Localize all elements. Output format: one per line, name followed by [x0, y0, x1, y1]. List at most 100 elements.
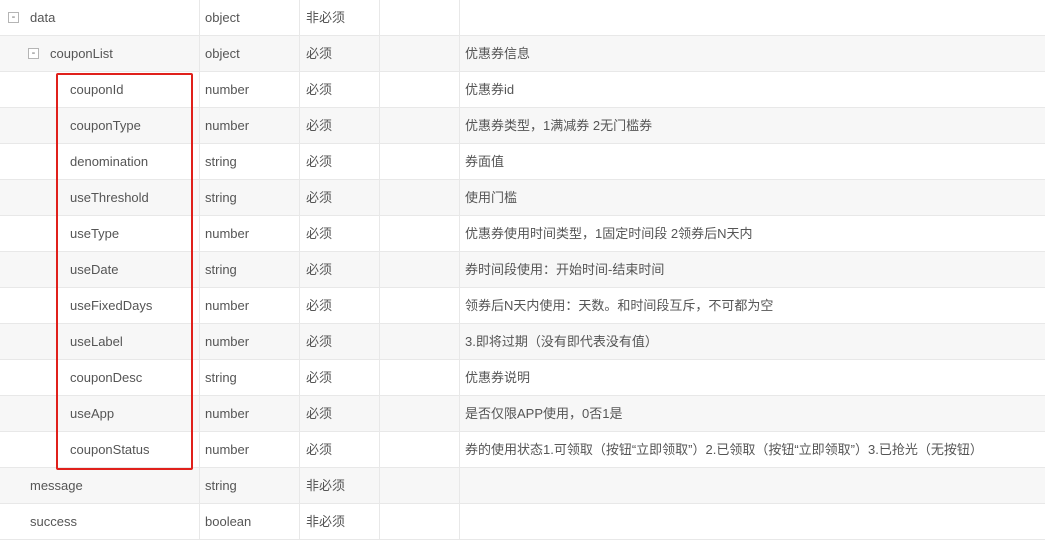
table-row: - couponList object 必须 优惠券信息 — [0, 36, 1045, 72]
table-row: - data object 非必须 — [0, 0, 1045, 36]
field-name: couponDesc — [70, 370, 143, 385]
field-description: 优惠券说明 — [465, 370, 531, 385]
field-name-cell: couponId — [0, 72, 200, 108]
field-default — [380, 468, 460, 504]
field-name-cell: denomination — [0, 144, 200, 180]
field-required: 必须 — [300, 180, 380, 216]
field-description: 券的使用状态1.可领取（按钮“立即领取”）2.已领取（按钮“立即领取”）3.已抢… — [465, 442, 983, 457]
field-description — [460, 0, 1045, 36]
field-type: string — [200, 144, 300, 180]
collapse-toggle-icon[interactable]: - — [28, 48, 39, 59]
field-name: useType — [70, 226, 120, 241]
schema-table: - data object 非必须 - couponList object 必须 优惠券信息 co… — [0, 0, 1045, 540]
field-name: denomination — [70, 154, 149, 169]
field-type: boolean — [200, 504, 300, 540]
table-row: useType number 必须 优惠券使用时间类型，1固定时间段 2领券后N天内 — [0, 216, 1045, 252]
table-row: useLabel number 必须 3.即将过期（没有即代表没有值） — [0, 324, 1045, 360]
field-required: 必须 — [300, 288, 380, 324]
field-description: 领券后N天内使用：天数。和时间段互斥，不可都为空 — [465, 298, 774, 313]
table-row: couponStatus number 必须 券的使用状态1.可领取（按钮“立即领取”… — [0, 432, 1045, 468]
field-type: string — [200, 252, 300, 288]
field-name: useFixedDays — [70, 298, 153, 313]
table-row: useApp number 必须 是否仅限APP使用，0否1是 — [0, 396, 1045, 432]
field-name: useDate — [70, 262, 119, 277]
field-type: number — [200, 216, 300, 252]
field-name-cell: - couponList — [0, 36, 200, 72]
table-row: useFixedDays number 必须 领券后N天内使用：天数。和时间段互斥，不… — [0, 288, 1045, 324]
field-description: 是否仅限APP使用，0否1是 — [465, 406, 623, 421]
field-required: 必须 — [300, 144, 380, 180]
field-required: 必须 — [300, 108, 380, 144]
field-default — [380, 252, 460, 288]
field-name-cell: useLabel — [0, 324, 200, 360]
field-type: number — [200, 108, 300, 144]
field-description: 券时间段使用：开始时间-结束时间 — [465, 262, 665, 277]
field-required: 必须 — [300, 72, 380, 108]
field-default — [380, 72, 460, 108]
field-name: couponId — [70, 82, 124, 97]
field-default — [380, 36, 460, 72]
table-row: couponDesc string 必须 优惠券说明 — [0, 360, 1045, 396]
field-description: 优惠券id — [465, 82, 515, 97]
field-description: 使用门槛 — [465, 190, 518, 205]
field-name-cell: - data — [0, 0, 200, 36]
table-row: couponId number 必须 优惠券id — [0, 72, 1045, 108]
field-default — [380, 324, 460, 360]
table-row: useThreshold string 必须 使用门槛 — [0, 180, 1045, 216]
field-default — [380, 216, 460, 252]
field-type: object — [200, 0, 300, 36]
field-type: number — [200, 72, 300, 108]
field-description — [460, 468, 1045, 504]
field-required: 必须 — [300, 216, 380, 252]
field-required: 非必须 — [300, 468, 380, 504]
field-required: 必须 — [300, 324, 380, 360]
field-default — [380, 432, 460, 468]
field-name-cell: useThreshold — [0, 180, 200, 216]
table-row: denomination string 必须 券面值 — [0, 144, 1045, 180]
field-type: number — [200, 396, 300, 432]
field-required: 非必须 — [300, 0, 380, 36]
field-default — [380, 504, 460, 540]
field-default — [380, 360, 460, 396]
table-row: useDate string 必须 券时间段使用：开始时间-结束时间 — [0, 252, 1045, 288]
field-name: message — [30, 478, 83, 493]
field-required: 非必须 — [300, 504, 380, 540]
field-name: data — [30, 10, 56, 25]
field-required: 必须 — [300, 360, 380, 396]
field-type: string — [200, 468, 300, 504]
field-type: string — [200, 360, 300, 396]
field-description — [460, 504, 1045, 540]
field-type: number — [200, 324, 300, 360]
field-required: 必须 — [300, 36, 380, 72]
field-type: number — [200, 432, 300, 468]
table-row: couponType number 必须 优惠券类型，1满减券 2无门槛券 — [0, 108, 1045, 144]
field-name-cell: useType — [0, 216, 200, 252]
field-name-cell: useDate — [0, 252, 200, 288]
field-name-cell: useApp — [0, 396, 200, 432]
field-default — [380, 144, 460, 180]
field-default — [380, 108, 460, 144]
field-default — [380, 396, 460, 432]
collapse-toggle-icon[interactable]: - — [8, 12, 19, 23]
field-type: number — [200, 288, 300, 324]
field-type: object — [200, 36, 300, 72]
field-name: couponType — [70, 118, 141, 133]
field-description: 优惠券信息 — [465, 46, 531, 61]
field-required: 必须 — [300, 396, 380, 432]
field-name-cell: success — [0, 504, 200, 540]
field-required: 必须 — [300, 432, 380, 468]
field-name-cell: couponStatus — [0, 432, 200, 468]
table-row: success boolean 非必须 — [0, 504, 1045, 540]
field-default — [380, 288, 460, 324]
field-name-cell: couponDesc — [0, 360, 200, 396]
field-name: useApp — [70, 406, 115, 421]
field-description: 3.即将过期（没有即代表没有值） — [465, 334, 658, 349]
field-description: 券面值 — [465, 154, 505, 169]
field-type: string — [200, 180, 300, 216]
field-name-cell: couponType — [0, 108, 200, 144]
field-description: 优惠券类型，1满减券 2无门槛券 — [465, 118, 653, 133]
field-description: 优惠券使用时间类型，1固定时间段 2领券后N天内 — [465, 226, 753, 241]
field-name-cell: message — [0, 468, 200, 504]
field-name: useThreshold — [70, 190, 149, 205]
field-name-cell: useFixedDays — [0, 288, 200, 324]
